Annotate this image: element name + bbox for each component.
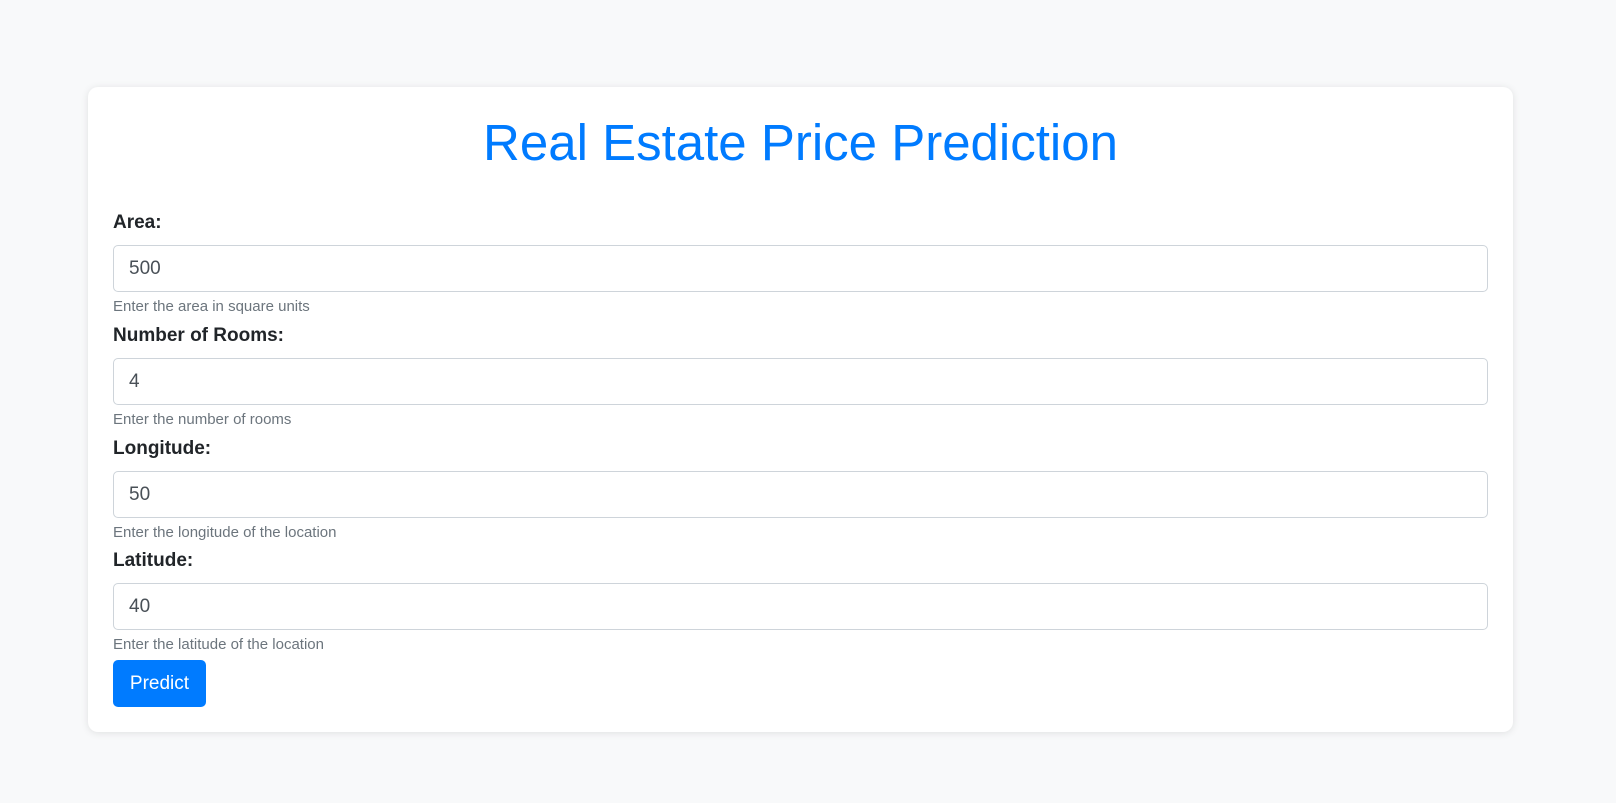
- longitude-input[interactable]: [113, 471, 1488, 518]
- prediction-card: Real Estate Price Prediction Area: Enter…: [88, 87, 1513, 732]
- latitude-help-text: Enter the latitude of the location: [113, 636, 324, 653]
- latitude-label: Latitude:: [113, 550, 194, 571]
- area-field-group: Area: Enter the area in square units: [113, 211, 1488, 316]
- area-help-text: Enter the area in square units: [113, 298, 310, 315]
- longitude-label: Longitude:: [113, 438, 212, 459]
- latitude-field-group: Latitude: Enter the latitude of the loca…: [113, 549, 1488, 654]
- rooms-help-text: Enter the number of rooms: [113, 411, 292, 428]
- rooms-input[interactable]: [113, 358, 1488, 405]
- longitude-field-group: Longitude: Enter the longitude of the lo…: [113, 437, 1488, 542]
- area-label: Area:: [113, 212, 162, 233]
- latitude-input[interactable]: [113, 583, 1488, 630]
- area-input[interactable]: [113, 245, 1488, 292]
- rooms-field-group: Number of Rooms: Enter the number of roo…: [113, 324, 1488, 429]
- page-title: Real Estate Price Prediction: [483, 114, 1118, 171]
- longitude-help-text: Enter the longitude of the location: [113, 524, 337, 541]
- predict-button[interactable]: Predict: [113, 660, 206, 707]
- rooms-label: Number of Rooms:: [113, 325, 284, 346]
